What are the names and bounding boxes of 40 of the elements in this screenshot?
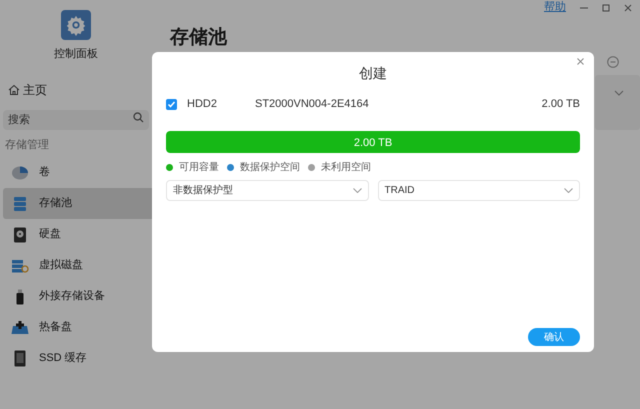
chevron-down-icon (564, 188, 573, 193)
close-icon[interactable] (624, 4, 632, 12)
disk-size: 2.00 TB (542, 96, 580, 112)
section-heading: 存储管理 (5, 138, 50, 152)
legend-label: 未利用空间 (321, 160, 371, 175)
home-icon (8, 84, 20, 96)
sidebar-item[interactable]: 存储池 (3, 188, 152, 219)
usb-stick-icon (15, 288, 25, 304)
maximize-icon[interactable] (602, 4, 610, 12)
pie-chart-icon (11, 166, 29, 180)
search-icon[interactable] (133, 112, 144, 122)
sidebar-item[interactable]: 外接存储设备 (3, 281, 152, 312)
dropdown[interactable]: 非数据保护型 (166, 180, 368, 201)
sidebar-item[interactable]: 热备盘 (3, 312, 152, 343)
legend-label: 可用容量 (179, 160, 219, 175)
tray-with-plus-icon (11, 320, 29, 335)
more-icon[interactable] (607, 56, 619, 68)
home-link[interactable]: 主页 (8, 80, 152, 98)
close-icon[interactable] (577, 58, 584, 65)
disk-name: HDD2 (187, 96, 218, 112)
layers-with-ring-icon (11, 258, 29, 272)
page-title: 存储池 (170, 26, 228, 50)
app-title: 控制面板 (54, 47, 98, 62)
chevron-down-icon (352, 188, 362, 193)
sidebar-item[interactable]: SSD 缓存 (3, 343, 152, 374)
dropdown[interactable]: TRAID (378, 180, 580, 201)
pool-panel (595, 75, 640, 130)
disk-model: ST2000VN004-2E4164 (255, 96, 370, 112)
control-panel-gear-icon (61, 10, 91, 40)
ssd-icon (14, 350, 26, 367)
stacked-layers-icon (12, 196, 28, 212)
search-field[interactable]: 搜索 (3, 110, 149, 130)
dialog-title: 创建 (359, 64, 387, 83)
legend-label: 数据保护空间 (240, 160, 300, 175)
sidebar-item[interactable]: 虚拟磁盘 (3, 250, 152, 281)
chevron-down-icon[interactable] (614, 90, 624, 96)
sidebar-item[interactable]: 卷 (3, 157, 152, 188)
checkbox[interactable] (166, 98, 177, 110)
sidebar-item[interactable]: 硬盘 (3, 219, 152, 250)
capacity-label: 2.00 TB (354, 136, 392, 151)
